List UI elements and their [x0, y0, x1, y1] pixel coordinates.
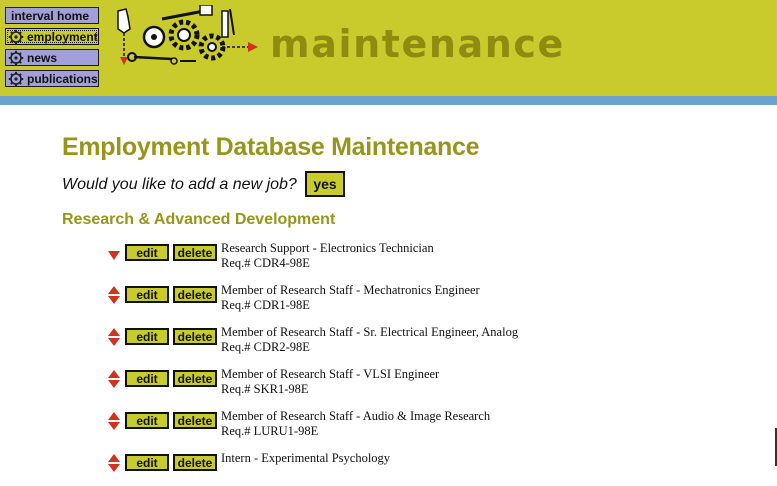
job-title[interactable]: Member of Research Staff - VLSI Engineer	[221, 367, 439, 382]
arrow-down-icon[interactable]	[106, 242, 122, 276]
job-row: edit delete Intern - Experimental Psycho…	[106, 451, 566, 486]
job-req: Req.# SKR1-98E	[221, 382, 309, 396]
nav-home-label: interval home	[11, 8, 90, 23]
header-title: maintenance	[270, 22, 565, 66]
add-job-yes-button[interactable]: yes	[305, 171, 345, 197]
divider-bar	[0, 96, 777, 105]
job-req: Req.# CDR4-98E	[221, 256, 310, 270]
gear-icon	[8, 49, 24, 66]
job-req: Req.# LURU1-98E	[221, 424, 319, 438]
delete-button[interactable]: delete	[173, 328, 217, 345]
job-title[interactable]: Intern - Experimental Psychology	[221, 451, 390, 466]
nav-publications[interactable]: publications	[5, 70, 99, 87]
edit-button[interactable]: edit	[125, 244, 169, 261]
delete-button[interactable]: delete	[173, 454, 217, 471]
arrow-down-icon[interactable]	[108, 338, 120, 346]
page-title: Employment Database Maintenance	[62, 133, 480, 161]
edit-button[interactable]: edit	[125, 454, 169, 471]
edit-button[interactable]: edit	[125, 286, 169, 303]
arrow-down-icon[interactable]	[108, 380, 120, 388]
arrow-up-icon[interactable]	[108, 328, 120, 336]
arrow-up-icon[interactable]	[108, 412, 120, 420]
nav-publications-label: publications	[27, 71, 98, 86]
job-req: Req.# CDR1-98E	[221, 298, 310, 312]
job-title[interactable]: Member of Research Staff - Audio & Image…	[221, 409, 490, 424]
arrow-up-icon[interactable]	[108, 286, 120, 294]
delete-button[interactable]: delete	[173, 370, 217, 387]
nav-employment[interactable]: employment	[5, 28, 99, 45]
arrow-down-icon[interactable]	[108, 296, 120, 304]
edit-button[interactable]: edit	[125, 412, 169, 429]
arrow-up-icon[interactable]	[108, 370, 120, 378]
job-title[interactable]: Research Support - Electronics Technicia…	[221, 241, 434, 256]
job-row: edit delete Member of Research Staff - S…	[106, 325, 566, 360]
machine-gears-icon	[117, 5, 258, 65]
job-row: edit delete Member of Research Staff - A…	[106, 409, 566, 444]
job-title[interactable]: Member of Research Staff - Mechatronics …	[221, 283, 480, 298]
edit-button[interactable]: edit	[125, 370, 169, 387]
nav-employment-label: employment	[27, 29, 98, 44]
delete-button[interactable]: delete	[173, 412, 217, 429]
site-header: interval home employment news publicatio…	[0, 0, 777, 96]
job-req: Req.# CDR2-98E	[221, 340, 310, 354]
nav-interval-home[interactable]: interval home	[5, 7, 99, 24]
delete-button[interactable]: delete	[173, 244, 217, 261]
arrow-up-icon[interactable]	[108, 454, 120, 462]
gear-icon	[8, 70, 24, 87]
arrow-down-icon[interactable]	[108, 464, 120, 472]
edit-button[interactable]: edit	[125, 328, 169, 345]
job-row: edit delete Member of Research Staff - V…	[106, 367, 566, 402]
nav-news-label: news	[27, 50, 58, 65]
add-job-question: Would you like to add a new job?	[62, 176, 297, 193]
job-row: edit delete Research Support - Electroni…	[106, 241, 566, 276]
delete-button[interactable]: delete	[173, 286, 217, 303]
section-title: Research & Advanced Development	[62, 211, 336, 228]
gear-icon	[8, 28, 24, 45]
job-title[interactable]: Member of Research Staff - Sr. Electrica…	[221, 325, 518, 340]
job-row: edit delete Member of Research Staff - M…	[106, 283, 566, 318]
nav-news[interactable]: news	[5, 49, 99, 66]
arrow-down-icon[interactable]	[108, 422, 120, 430]
